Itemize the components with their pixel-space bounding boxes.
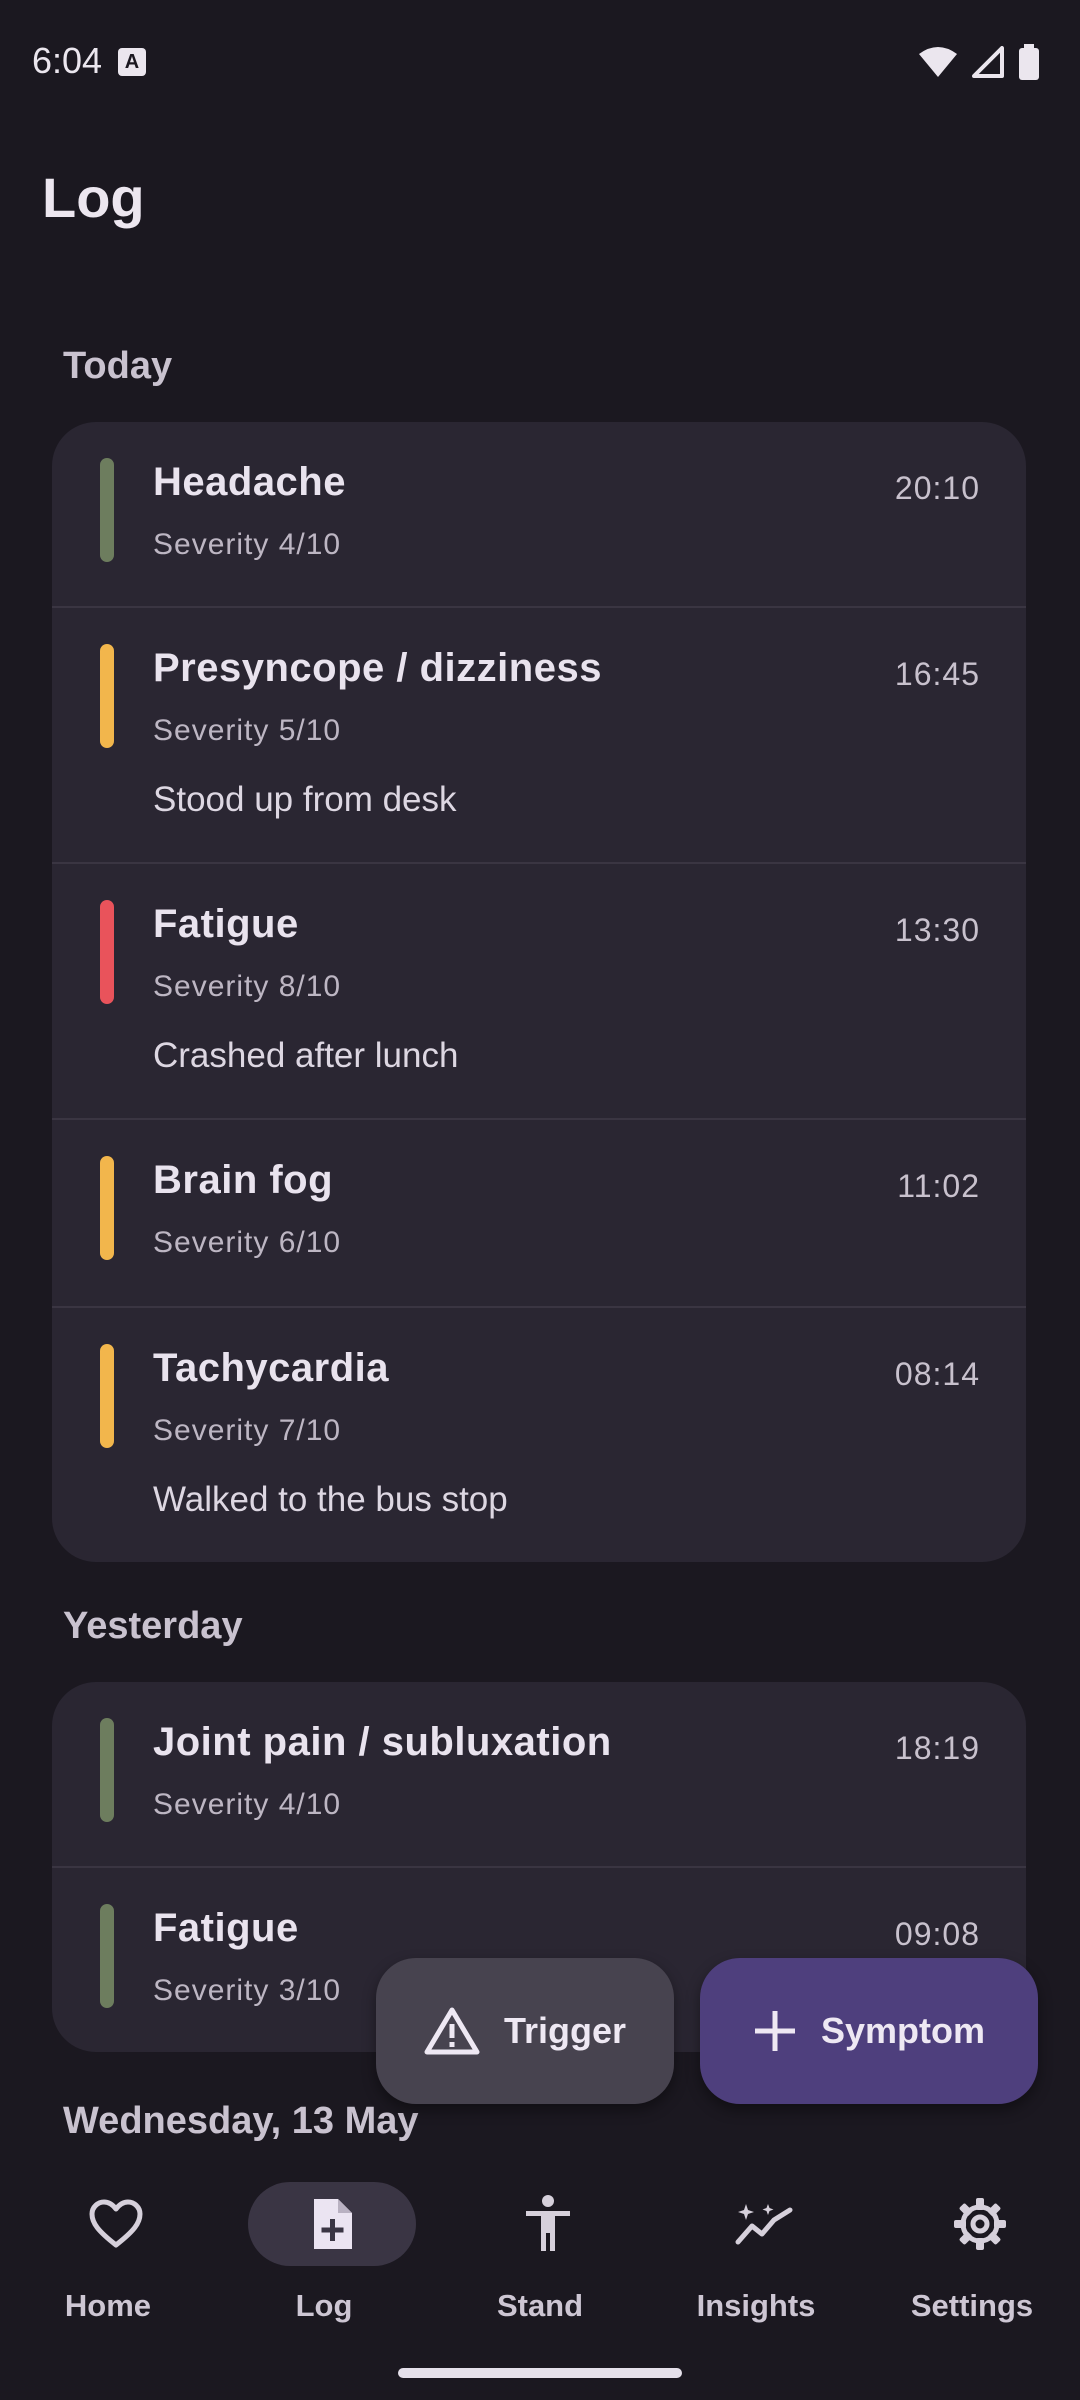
entry-time: 20:10 — [894, 470, 980, 506]
nav-settings[interactable]: Settings — [864, 2170, 1080, 2340]
nav-insights[interactable]: Insights — [648, 2170, 864, 2340]
nav-home-pill — [32, 2182, 200, 2266]
entry-severity: Severity 6/10 — [153, 1226, 342, 1259]
nav-insights-label: Insights — [696, 2288, 816, 2323]
entry-time: 11:02 — [897, 1168, 980, 1204]
status-icons — [918, 44, 1040, 80]
battery-icon — [1019, 44, 1039, 80]
log-list[interactable]: Today Headache 20:10 Severity 4/10 Presy… — [0, 300, 1080, 2160]
nav-log-label: Log — [295, 2288, 353, 2323]
entry-note: Stood up from desk — [153, 780, 457, 819]
entry-time: 13:30 — [894, 912, 980, 948]
entry-time: 09:08 — [894, 1916, 980, 1952]
entry-time: 08:14 — [894, 1356, 980, 1392]
entry-title: Joint pain / subluxation — [153, 1720, 612, 1764]
entry-time: 16:45 — [894, 656, 980, 692]
add-trigger-button[interactable]: Trigger — [376, 1958, 674, 2104]
nav-insights-pill — [680, 2182, 848, 2266]
log-entry[interactable]: Presyncope / dizziness 16:45 Severity 5/… — [52, 608, 1026, 864]
entry-severity: Severity 8/10 — [153, 970, 342, 1003]
entry-title: Headache — [153, 460, 346, 504]
status-bar: 6:04 A — [0, 0, 1080, 130]
severity-indicator — [100, 1156, 114, 1260]
nav-stand-label: Stand — [496, 2288, 584, 2323]
entry-time: 18:19 — [894, 1730, 980, 1766]
log-entry[interactable]: Headache 20:10 Severity 4/10 — [52, 422, 1026, 608]
entry-note: Crashed after lunch — [153, 1036, 459, 1075]
trend-sparkle-icon — [735, 2204, 793, 2245]
severity-indicator — [100, 1904, 114, 2008]
nav-log[interactable]: Log — [216, 2170, 432, 2340]
nav-home[interactable]: Home — [0, 2170, 216, 2340]
nav-settings-pill — [896, 2182, 1064, 2266]
severity-indicator — [100, 644, 114, 748]
wifi-icon — [919, 47, 957, 77]
severity-indicator — [100, 458, 114, 562]
nav-stand[interactable]: Stand — [432, 2170, 648, 2340]
entry-severity: Severity 7/10 — [153, 1414, 342, 1447]
entry-severity: Severity 4/10 — [153, 1788, 342, 1821]
entry-title: Fatigue — [153, 1906, 299, 1950]
section-title-today: Today — [63, 345, 173, 387]
gear-icon — [954, 2198, 1006, 2250]
signal-icon — [972, 46, 1004, 78]
entry-severity: Severity 3/10 — [153, 1974, 342, 2007]
nav-stand-pill — [464, 2182, 632, 2266]
trigger-label: Trigger — [503, 2010, 627, 2051]
section-title-wednesday: Wednesday, 13 May — [63, 2100, 419, 2142]
severity-indicator — [100, 1344, 114, 1448]
bottom-navigation: Home Log Stand Insights Settings — [0, 2160, 1080, 2400]
plus-icon — [754, 2011, 795, 2051]
entries-card-today: Headache 20:10 Severity 4/10 Presyncope … — [52, 422, 1026, 1562]
severity-indicator — [100, 1718, 114, 1822]
symptom-label: Symptom — [820, 2010, 986, 2051]
log-entry[interactable]: Fatigue 13:30 Severity 8/10 Crashed afte… — [52, 864, 1026, 1120]
person-standing-icon — [526, 2195, 570, 2251]
nav-home-label: Home — [64, 2288, 152, 2323]
notification-a-icon: A — [118, 48, 146, 76]
entry-severity: Severity 5/10 — [153, 714, 342, 747]
log-entry[interactable]: Joint pain / subluxation 18:19 Severity … — [52, 1682, 1026, 1868]
section-title-yesterday: Yesterday — [63, 1605, 243, 1647]
entry-title: Tachycardia — [153, 1346, 389, 1390]
severity-indicator — [100, 900, 114, 1004]
page-title: Log — [42, 166, 145, 229]
heart-icon — [89, 2199, 143, 2248]
log-entry[interactable]: Tachycardia 08:14 Severity 7/10 Walked t… — [52, 1308, 1026, 1562]
warning-icon — [424, 2007, 480, 2055]
entry-title: Fatigue — [153, 902, 299, 946]
entry-title: Brain fog — [153, 1158, 334, 1202]
status-time: 6:04 — [32, 40, 103, 81]
log-entry[interactable]: Brain fog 11:02 Severity 6/10 — [52, 1120, 1026, 1308]
entry-note: Walked to the bus stop — [153, 1480, 508, 1519]
entry-severity: Severity 4/10 — [153, 528, 342, 561]
add-document-icon — [314, 2199, 352, 2249]
home-indicator[interactable] — [398, 2368, 682, 2378]
add-symptom-button[interactable]: Symptom — [700, 1958, 1038, 2104]
nav-log-pill — [248, 2182, 416, 2266]
entry-title: Presyncope / dizziness — [153, 646, 602, 690]
nav-settings-label: Settings — [910, 2288, 1034, 2323]
